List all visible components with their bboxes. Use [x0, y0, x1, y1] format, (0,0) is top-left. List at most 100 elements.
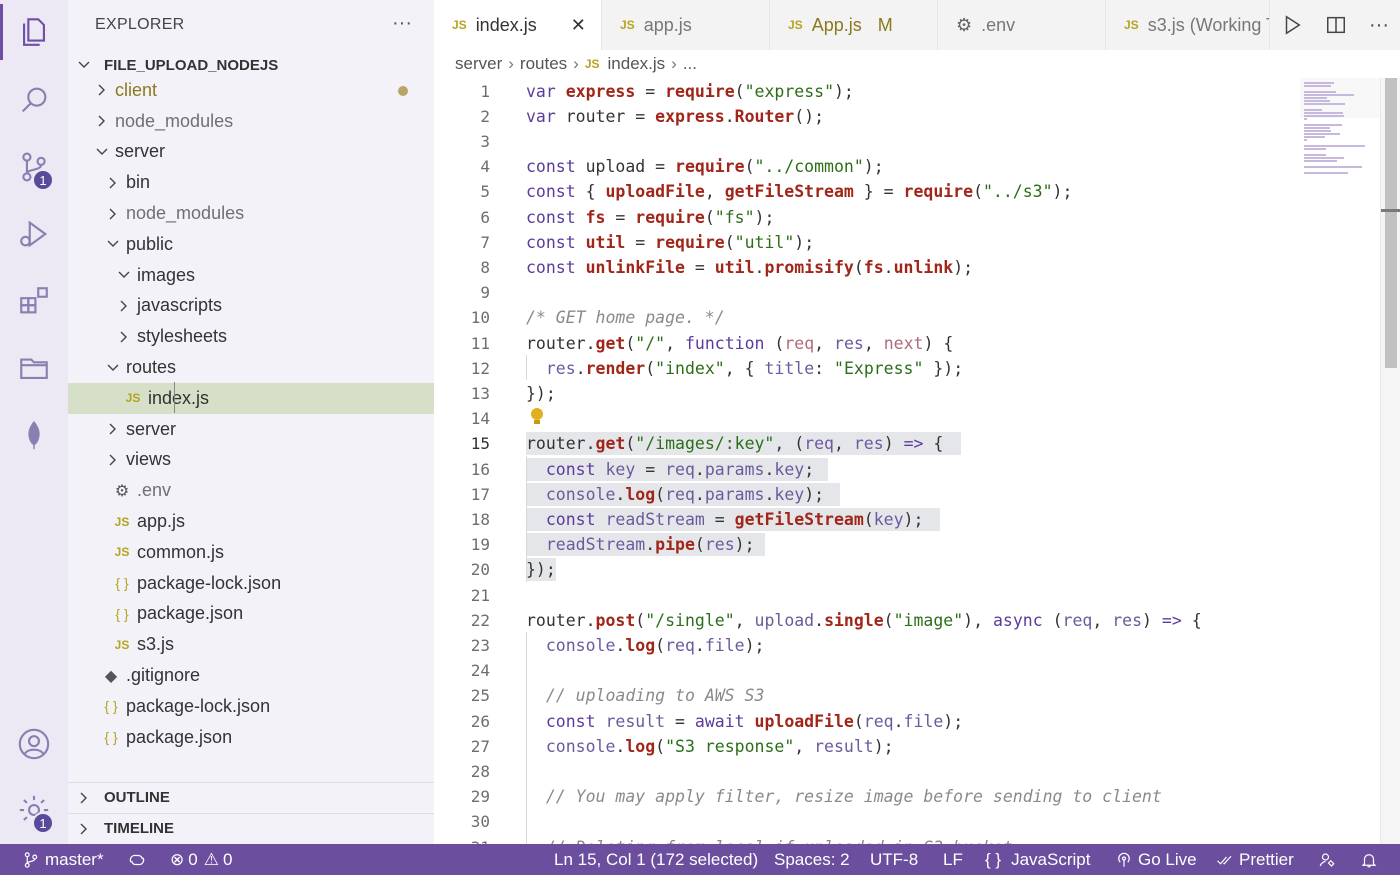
- close-icon[interactable]: ✕: [571, 15, 586, 36]
- code-line[interactable]: 27 console.log("S3 response", result);: [434, 734, 1300, 759]
- vertical-scrollbar[interactable]: [1380, 78, 1400, 844]
- code-token: req: [665, 636, 695, 655]
- tree-item-views[interactable]: views: [68, 445, 434, 476]
- tree-item-server[interactable]: server: [68, 137, 434, 168]
- mongodb-activity-button[interactable]: [0, 403, 68, 467]
- indentation-indicator[interactable]: Spaces: 2: [774, 844, 850, 875]
- tree-item-node-modules[interactable]: node_modules: [68, 106, 434, 137]
- sync-button[interactable]: [128, 844, 151, 875]
- extensions-activity-button[interactable]: [0, 269, 68, 333]
- breadcrumb-item-symbols[interactable]: ...: [683, 54, 697, 74]
- manage-activity-button[interactable]: 1: [0, 778, 68, 842]
- code-line[interactable]: 20});: [434, 557, 1300, 582]
- prettier-button[interactable]: Prettier: [1216, 844, 1294, 875]
- code-token: key: [605, 459, 636, 479]
- tree-item-gitignore[interactable]: ◆ .gitignore: [68, 660, 434, 691]
- search-activity-button[interactable]: [0, 68, 68, 132]
- code-line[interactable]: 1 var express = require("express");: [434, 79, 1300, 104]
- code-line[interactable]: 9: [434, 280, 1300, 305]
- minimap[interactable]: [1300, 78, 1380, 844]
- tab-s3-js-working-tree[interactable]: JS s3.js (Working Tree): [1106, 0, 1270, 50]
- tree-item-stylesheets[interactable]: stylesheets: [68, 321, 434, 352]
- language-mode[interactable]: { } JavaScript: [985, 844, 1090, 875]
- code-line[interactable]: 18 const readStream = getFileStream(key)…: [434, 507, 1300, 532]
- tab-app-js[interactable]: JS app.js: [602, 0, 770, 50]
- tree-item-client[interactable]: client: [68, 75, 434, 106]
- outline-section-header[interactable]: OUTLINE: [68, 782, 434, 812]
- tree-item-common-js[interactable]: JS common.js: [68, 537, 434, 568]
- code-line[interactable]: 29 // You may apply filter, resize image…: [434, 784, 1300, 809]
- tree-item-images[interactable]: images: [68, 260, 434, 291]
- code-line[interactable]: 3: [434, 129, 1300, 154]
- tree-item-index-js[interactable]: JS index.js: [68, 382, 434, 414]
- code-line[interactable]: 21: [434, 583, 1300, 608]
- minimap-line: [1304, 115, 1344, 117]
- code-line[interactable]: 31 // Deleting from local if uploaded in…: [434, 835, 1300, 844]
- breadcrumb-item-server[interactable]: server: [455, 54, 502, 74]
- tree-item-public[interactable]: public: [68, 229, 434, 260]
- tree-item-node-modules[interactable]: node_modules: [68, 198, 434, 229]
- code-line[interactable]: 14: [434, 406, 1300, 431]
- code-line[interactable]: 28: [434, 759, 1300, 784]
- live-share-button[interactable]: [1318, 844, 1341, 875]
- remote-explorer-activity-button[interactable]: [0, 336, 68, 400]
- tree-item-javascripts[interactable]: javascripts: [68, 291, 434, 322]
- code-line[interactable]: 7 const util = require("util");: [434, 230, 1300, 255]
- breadcrumb-item-index-js[interactable]: index.js: [608, 54, 666, 74]
- tab-env[interactable]: ⚙ .env: [938, 0, 1106, 50]
- code-line[interactable]: 4 const upload = require("../common");: [434, 154, 1300, 179]
- scrollbar-thumb[interactable]: [1385, 78, 1397, 368]
- code-line[interactable]: 13});: [434, 381, 1300, 406]
- code-line[interactable]: 24: [434, 658, 1300, 683]
- tree-item-routes[interactable]: routes: [68, 352, 434, 383]
- code-line[interactable]: 6 const fs = require("fs");: [434, 205, 1300, 230]
- code-editor[interactable]: 31 // Deleting from local if uploaded in…: [434, 78, 1400, 844]
- tree-item-app-js[interactable]: JS app.js: [68, 506, 434, 537]
- code-line[interactable]: 5 const { uploadFile, getFileStream } = r…: [434, 179, 1300, 204]
- code-line[interactable]: 30: [434, 809, 1300, 834]
- code-line[interactable]: 16 const key = req.params.key;: [434, 457, 1300, 482]
- accounts-activity-button[interactable]: [0, 712, 68, 776]
- tree-item-server[interactable]: server: [68, 414, 434, 445]
- code-line[interactable]: 8 const unlinkFile = util.promisify(fs.un…: [434, 255, 1300, 280]
- code-line[interactable]: 11 router.get("/", function (req, res, ne…: [434, 331, 1300, 356]
- tab-index-js[interactable]: JS index.js ✕: [434, 0, 602, 50]
- more-actions-button[interactable]: ···: [1369, 14, 1389, 37]
- encoding-indicator[interactable]: UTF-8: [870, 844, 918, 875]
- source-control-activity-button[interactable]: 1: [0, 135, 68, 199]
- tree-item-package-json[interactable]: { } package.json: [68, 599, 434, 630]
- code-token: console: [545, 636, 616, 655]
- tree-item-package-lock-json[interactable]: { } package-lock.json: [68, 691, 434, 722]
- code-line[interactable]: 22 router.post("/single", upload.single("…: [434, 608, 1300, 633]
- tab-label: .env: [981, 14, 1016, 35]
- cursor-position[interactable]: Ln 15, Col 1 (172 selected): [554, 844, 758, 875]
- breadcrumb-item-routes[interactable]: routes: [520, 54, 567, 74]
- code-line[interactable]: 26 const result = await uploadFile(req.f…: [434, 709, 1300, 734]
- go-live-button[interactable]: Go Live: [1115, 844, 1197, 875]
- notifications-button[interactable]: [1360, 844, 1383, 875]
- tree-item-package-json[interactable]: { } package.json: [68, 722, 434, 753]
- code-line[interactable]: 2 var router = express.Router();: [434, 104, 1300, 129]
- tab-app-js-client[interactable]: JS App.js M: [770, 0, 938, 50]
- branch-indicator[interactable]: master*: [22, 844, 104, 875]
- code-line[interactable]: 12 res.render("index", { title: "Express…: [434, 356, 1300, 381]
- split-editor-icon[interactable]: [1325, 14, 1347, 36]
- code-line[interactable]: 23 console.log(req.file);: [434, 633, 1300, 658]
- more-actions-button[interactable]: ···: [392, 12, 412, 35]
- code-line[interactable]: 15 router.get("/images/:key", (req, res) …: [434, 431, 1300, 456]
- eol-indicator[interactable]: LF: [943, 844, 963, 875]
- tree-item-package-lock-json[interactable]: { } package-lock.json: [68, 568, 434, 599]
- tree-item-env[interactable]: ⚙ .env: [68, 475, 434, 506]
- tree-item-s3-js[interactable]: JS s3.js: [68, 629, 434, 660]
- tree-item-bin[interactable]: bin: [68, 167, 434, 198]
- run-icon[interactable]: [1281, 14, 1303, 36]
- run-debug-activity-button[interactable]: [0, 202, 68, 266]
- code-line[interactable]: 17 console.log(req.params.key);: [434, 482, 1300, 507]
- explorer-activity-button[interactable]: [0, 0, 68, 64]
- code-line[interactable]: 10 /* GET home page. */: [434, 305, 1300, 330]
- code-line[interactable]: 19 readStream.pipe(res);: [434, 532, 1300, 557]
- timeline-section-header[interactable]: TIMELINE: [68, 813, 434, 843]
- problems-indicator[interactable]: ⊗ 0 ⚠ 0: [170, 844, 232, 875]
- lightbulb-icon[interactable]: [529, 407, 545, 427]
- code-line[interactable]: 25 // uploading to AWS S3: [434, 683, 1300, 708]
